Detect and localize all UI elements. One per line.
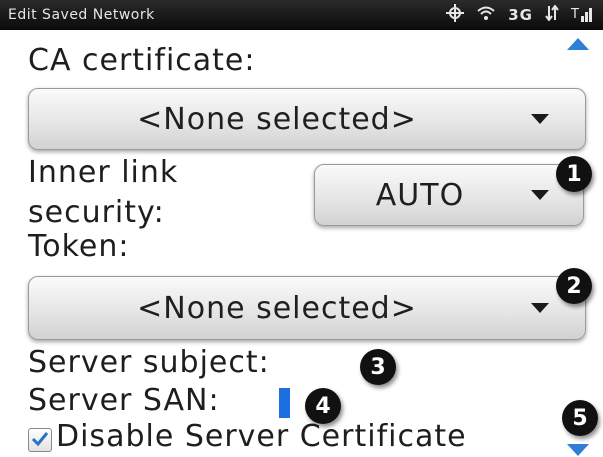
signal-strength-icon: T [570, 4, 595, 26]
inner-link-security-label-line2: security: [28, 195, 165, 230]
screen-title: Edit Saved Network [8, 7, 155, 23]
inner-link-security-label-line1: Inner link [28, 155, 179, 190]
wifi-icon [476, 5, 496, 25]
disable-server-certificate-checkbox[interactable] [28, 428, 52, 452]
server-subject-field[interactable] [345, 350, 355, 380]
status-icons: 3G T [446, 4, 595, 26]
callout-badge-4: 4 [305, 388, 341, 424]
server-subject-label: Server subject: [28, 345, 270, 380]
gps-icon [446, 4, 465, 26]
token-dropdown[interactable]: <None selected> [28, 276, 586, 340]
chevron-down-icon [531, 303, 549, 313]
data-arrows-icon [545, 4, 559, 25]
edit-saved-network-screen: Edit Saved Network 3G T CA certificate: … [0, 0, 603, 457]
text-cursor [279, 388, 290, 418]
callout-badge-3: 3 [360, 349, 396, 385]
inner-link-security-dropdown[interactable]: AUTO [314, 164, 584, 226]
callout-badge-5: 5 [562, 400, 598, 436]
ca-certificate-dropdown[interactable]: <None selected> [28, 88, 586, 150]
token-label: Token: [28, 229, 130, 264]
server-san-field[interactable] [268, 388, 278, 418]
chevron-down-icon [531, 114, 549, 124]
svg-text:T: T [571, 7, 579, 22]
ca-certificate-label: CA certificate: [28, 43, 256, 78]
status-bar: Edit Saved Network 3G T [0, 0, 603, 30]
scroll-down-arrow-icon[interactable] [567, 444, 589, 456]
chevron-down-icon [531, 190, 549, 200]
disable-server-certificate-label: Disable Server Certificate [56, 419, 467, 454]
scroll-up-arrow-icon[interactable] [567, 38, 589, 50]
server-san-label: Server SAN: [28, 383, 220, 418]
ca-certificate-value: <None selected> [137, 101, 417, 137]
callout-badge-2: 2 [556, 268, 592, 304]
checkmark-icon [31, 432, 49, 447]
callout-badge-1: 1 [556, 156, 592, 192]
network-type: 3G [508, 6, 533, 24]
inner-link-security-value: AUTO [375, 177, 465, 213]
token-value: <None selected> [137, 290, 417, 326]
